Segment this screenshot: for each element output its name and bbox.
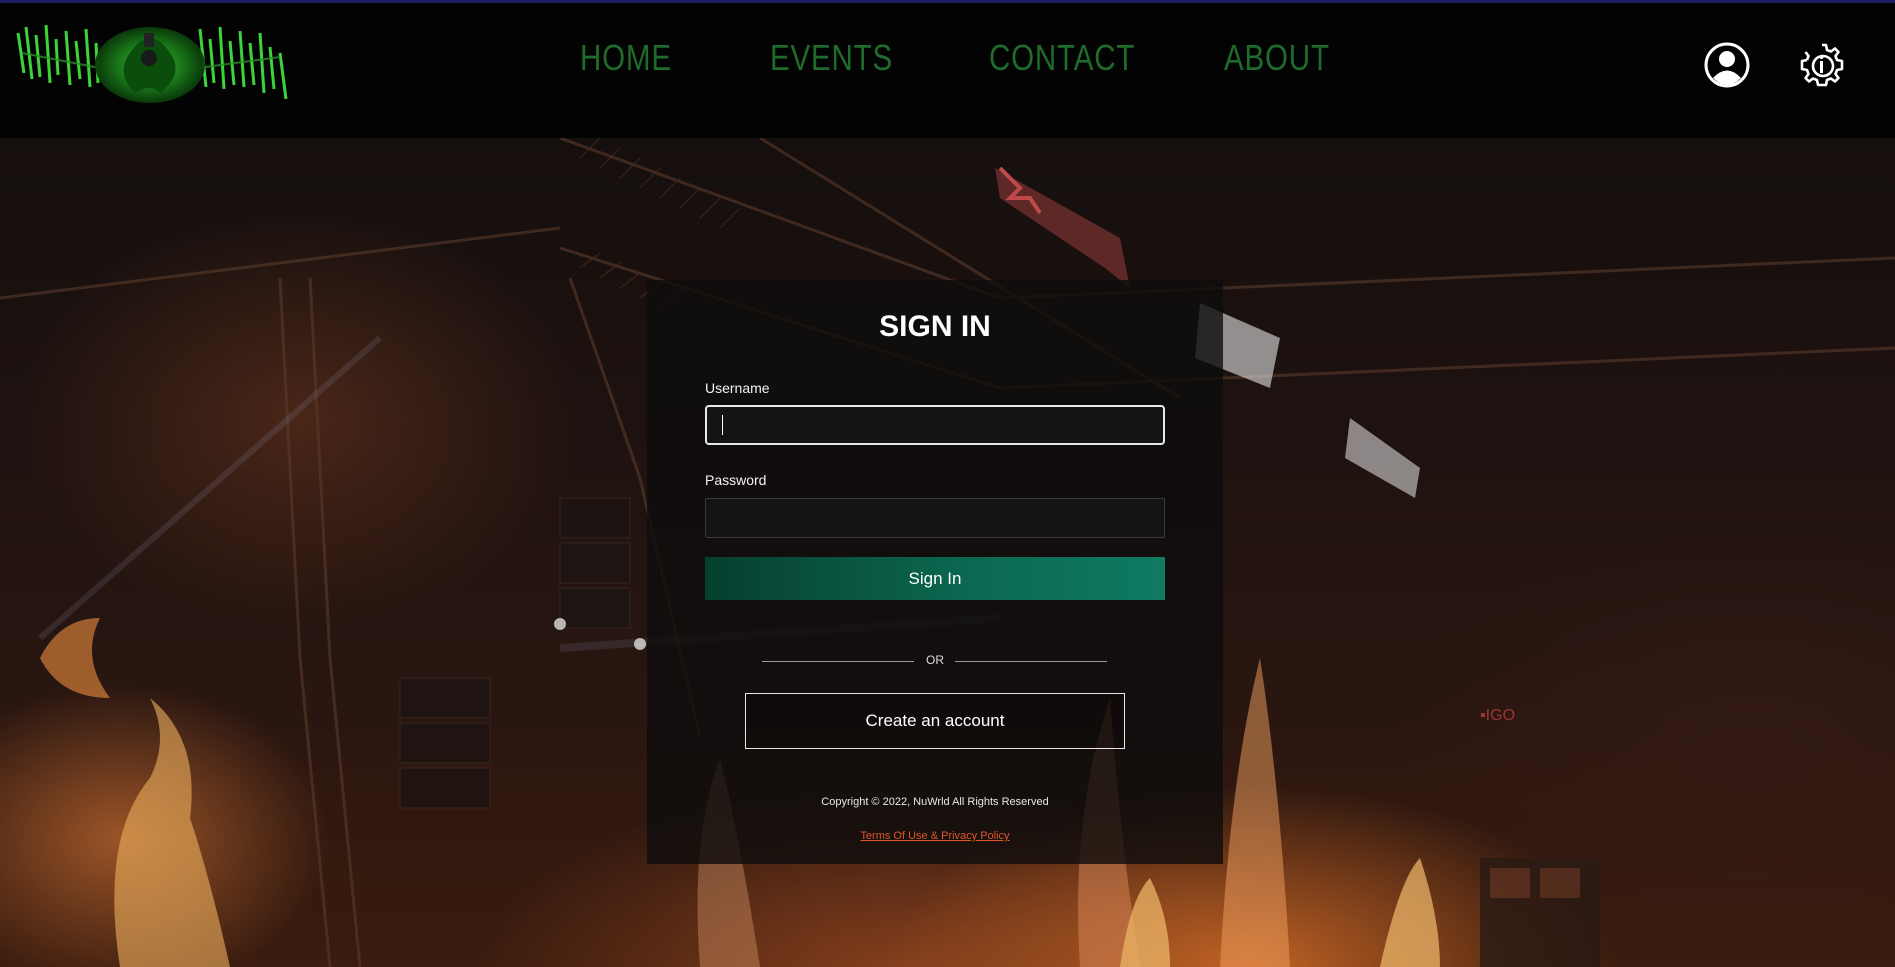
terms-privacy-link[interactable]: Terms Of Use & Privacy Policy xyxy=(647,830,1223,842)
user-account-icon[interactable] xyxy=(1703,41,1751,89)
signin-card: SIGN IN Username Password Sign In OR Cre… xyxy=(647,280,1223,864)
signin-button[interactable]: Sign In xyxy=(705,557,1165,600)
password-input[interactable] xyxy=(705,498,1165,538)
signin-title: SIGN IN xyxy=(879,310,991,343)
text-caret xyxy=(722,415,723,435)
password-label: Password xyxy=(705,472,767,488)
svg-text:▪IGO: ▪IGO xyxy=(1480,707,1515,724)
nav-home[interactable]: HOME xyxy=(580,37,672,79)
main-nav: HOME EVENTS CONTACT ABOUT xyxy=(0,37,1895,89)
username-label: Username xyxy=(705,380,770,396)
site-header: HOME EVENTS CONTACT ABOUT xyxy=(0,3,1895,138)
create-account-button[interactable]: Create an account xyxy=(745,693,1125,749)
divider-right xyxy=(955,661,1107,662)
copyright-text: Copyright © 2022, NuWrld All Rights Rese… xyxy=(821,796,1049,808)
settings-gear-icon[interactable] xyxy=(1798,41,1846,89)
nav-events[interactable]: EVENTS xyxy=(770,37,893,79)
nav-contact[interactable]: CONTACT xyxy=(989,37,1135,79)
nav-about[interactable]: ABOUT xyxy=(1224,37,1330,79)
divider-or: OR xyxy=(926,653,944,667)
divider-left xyxy=(762,661,914,662)
username-input[interactable] xyxy=(705,405,1165,445)
